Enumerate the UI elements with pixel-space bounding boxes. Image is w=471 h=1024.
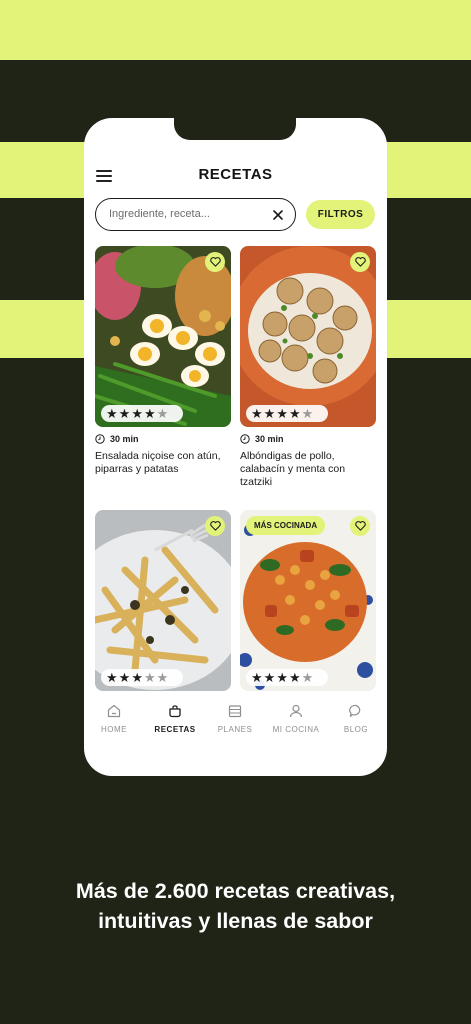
star-filled-icon: ★ bbox=[131, 406, 143, 421]
heart-icon[interactable] bbox=[205, 252, 225, 272]
chickpea-stew-photo bbox=[240, 510, 376, 691]
rating-stars: ★ ★ ★ ★ ★ bbox=[101, 669, 183, 686]
star-filled-icon: ★ bbox=[251, 406, 263, 421]
accent-band bbox=[0, 0, 471, 60]
heart-icon[interactable] bbox=[350, 252, 370, 272]
star-empty-icon: ★ bbox=[143, 670, 156, 685]
most-cooked-badge: MÁS COCINADA bbox=[246, 516, 326, 535]
rating-stars: ★ ★ ★ ★ ★ bbox=[246, 405, 328, 422]
heart-icon[interactable] bbox=[350, 516, 370, 536]
star-filled-icon: ★ bbox=[106, 670, 118, 685]
tagline-line: intuitivas y llenas de sabor bbox=[98, 909, 373, 933]
tagline-line: Más de 2.600 recetas creativas, bbox=[75, 879, 396, 903]
bottom-nav: HOME RECETAS PLANES MI COCINA BLOG bbox=[84, 703, 387, 743]
star-empty-icon: ★ bbox=[156, 670, 169, 685]
recipe-card[interactable]: ★ ★ ★ ★ ★ 30 min Ensalada niçoise con atún, … bbox=[95, 246, 231, 476]
cooking-time: 30 min bbox=[240, 433, 376, 445]
recipe-card[interactable]: ★ ★ ★ ★ ★ bbox=[95, 510, 231, 691]
star-filled-icon: ★ bbox=[143, 406, 156, 421]
meatballs-photo bbox=[240, 246, 376, 427]
star-empty-icon: ★ bbox=[301, 406, 314, 421]
search-placeholder: Ingrediente, receta... bbox=[109, 208, 210, 220]
phone-notch bbox=[174, 118, 296, 140]
heart-icon[interactable] bbox=[205, 516, 225, 536]
star-empty-icon: ★ bbox=[301, 670, 314, 685]
tab-label: PLANES bbox=[217, 725, 253, 734]
tab-label: BLOG bbox=[343, 725, 369, 734]
filters-button[interactable]: FILTROS bbox=[306, 200, 375, 229]
tab-mi-cocina[interactable]: MI COCINA bbox=[266, 703, 326, 734]
close-icon[interactable] bbox=[271, 208, 285, 222]
home-icon bbox=[107, 704, 121, 718]
phone-screen: RECETAS Ingrediente, receta... FILTROS ★… bbox=[84, 118, 387, 776]
page-title: RECETAS bbox=[198, 166, 273, 183]
tab-label: HOME bbox=[101, 725, 127, 734]
star-filled-icon: ★ bbox=[288, 406, 301, 421]
rating-stars: ★ ★ ★ ★ ★ bbox=[101, 405, 183, 422]
salad-photo bbox=[95, 246, 231, 427]
cooking-time-label: 30 min bbox=[110, 434, 139, 444]
recipe-image[interactable]: MÁS COCINADA ★ ★ ★ ★ ★ bbox=[240, 510, 376, 691]
pasta-photo bbox=[95, 510, 231, 691]
star-filled-icon: ★ bbox=[118, 406, 131, 421]
cooking-time: 30 min bbox=[95, 433, 231, 445]
star-filled-icon: ★ bbox=[288, 670, 301, 685]
tab-label: RECETAS bbox=[154, 725, 196, 734]
search-input[interactable]: Ingrediente, receta... bbox=[95, 198, 296, 231]
star-filled-icon: ★ bbox=[276, 670, 288, 685]
tab-recetas[interactable]: RECETAS bbox=[145, 703, 205, 734]
star-filled-icon: ★ bbox=[276, 406, 288, 421]
clock-icon bbox=[95, 434, 105, 444]
app-header: RECETAS bbox=[84, 160, 387, 190]
pot-icon bbox=[169, 705, 181, 718]
tab-planes[interactable]: PLANES bbox=[205, 703, 265, 734]
recipe-title[interactable]: Albóndigas de pollo, calabacín y menta c… bbox=[240, 450, 374, 489]
tab-label: MI COCINA bbox=[272, 725, 320, 734]
rating-stars: ★ ★ ★ ★ ★ bbox=[246, 669, 328, 686]
recipe-card[interactable]: ★ ★ ★ ★ ★ 30 min Albóndigas de pollo, calaba… bbox=[240, 246, 376, 489]
star-filled-icon: ★ bbox=[131, 670, 143, 685]
tab-blog[interactable]: BLOG bbox=[326, 703, 386, 734]
star-filled-icon: ★ bbox=[106, 406, 118, 421]
recipe-card[interactable]: MÁS COCINADA ★ ★ ★ ★ ★ bbox=[240, 510, 376, 691]
clock-icon bbox=[240, 434, 250, 444]
recipe-image[interactable]: ★ ★ ★ ★ ★ bbox=[95, 246, 231, 427]
tab-home[interactable]: HOME bbox=[84, 703, 144, 734]
recipe-title[interactable]: Ensalada niçoise con atún, piparras y pa… bbox=[95, 450, 229, 476]
recipe-image[interactable]: ★ ★ ★ ★ ★ bbox=[95, 510, 231, 691]
star-empty-icon: ★ bbox=[156, 406, 169, 421]
planner-icon bbox=[228, 705, 242, 718]
star-filled-icon: ★ bbox=[251, 670, 263, 685]
chat-icon bbox=[349, 704, 361, 718]
cooking-time-label: 30 min bbox=[255, 434, 284, 444]
recipe-image[interactable]: ★ ★ ★ ★ ★ bbox=[240, 246, 376, 427]
star-filled-icon: ★ bbox=[263, 406, 276, 421]
promo-tagline: Más de 2.600 recetas creativas, intuitiv… bbox=[0, 876, 471, 936]
star-filled-icon: ★ bbox=[263, 670, 276, 685]
star-filled-icon: ★ bbox=[118, 670, 131, 685]
user-icon bbox=[289, 704, 303, 718]
